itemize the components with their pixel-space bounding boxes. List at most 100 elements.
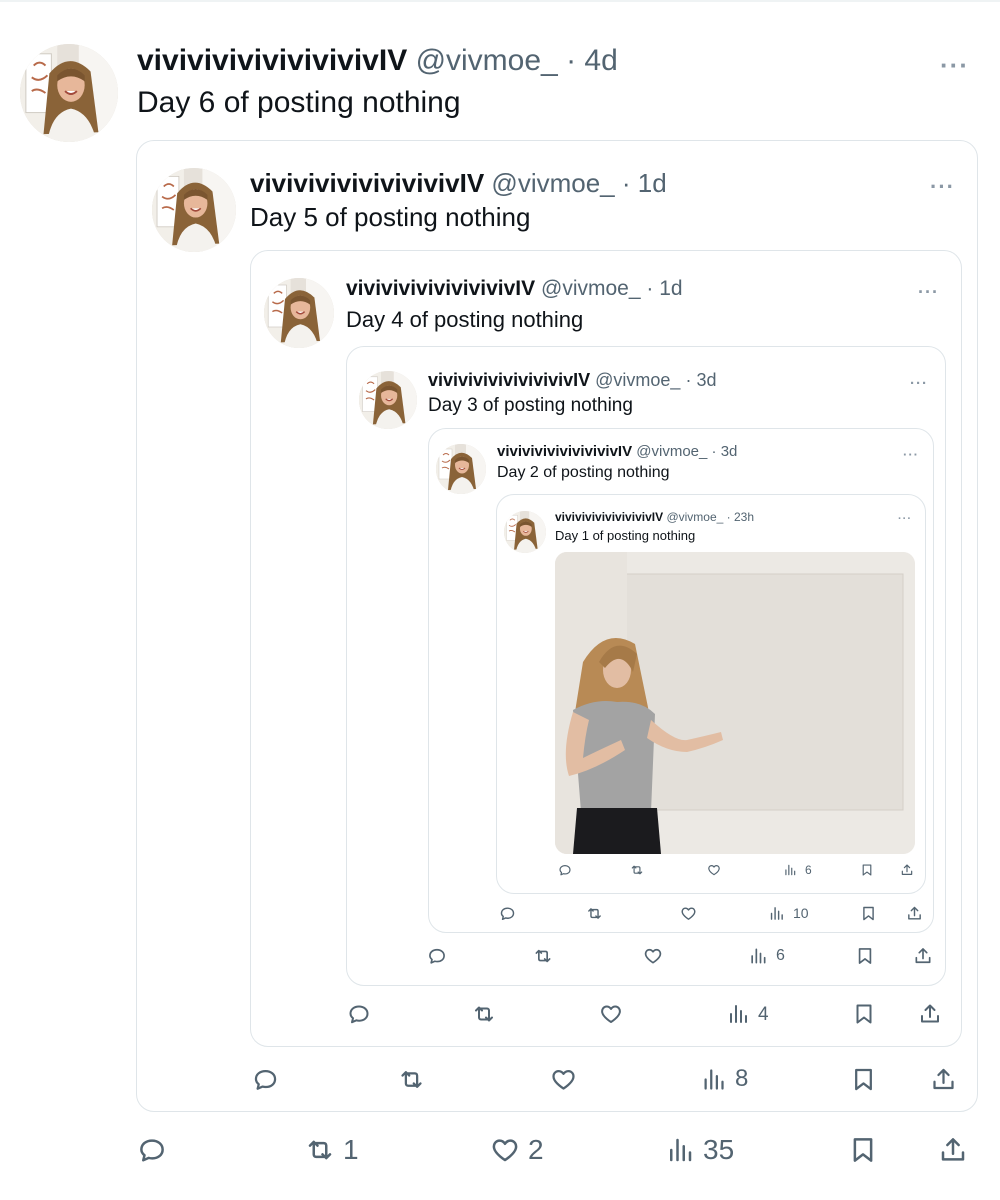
- share-button[interactable]: [918, 1002, 942, 1026]
- views-icon: [770, 906, 783, 920]
- like-button[interactable]: [599, 1002, 631, 1026]
- tweet-text: Day 2 of posting nothing: [497, 464, 670, 481]
- views-icon: [670, 1138, 692, 1162]
- user-handle[interactable]: @vivmoe_: [595, 370, 680, 390]
- display-name[interactable]: vivivivivivivivivivIV: [555, 510, 663, 524]
- separator-dot: ·: [726, 510, 731, 524]
- bookmark-icon: [862, 864, 872, 876]
- retweet-button[interactable]: [398, 1066, 433, 1093]
- tweet-header: vivivivivivivivivivIV @vivmoe_ · 3d: [497, 444, 737, 459]
- display-name[interactable]: vivivivivivivivivivIV: [428, 370, 590, 390]
- heart-icon: [681, 906, 696, 920]
- tweet-header: vivivivivivivivivivIV @vivmoe_ · 4d: [137, 46, 618, 76]
- user-handle[interactable]: @vivmoe_: [416, 44, 558, 77]
- reply-icon: [254, 1069, 277, 1090]
- like-button[interactable]: [680, 905, 705, 922]
- views-count: 4: [758, 1003, 769, 1025]
- views-icon: [751, 948, 766, 964]
- heart-icon: [708, 865, 720, 876]
- share-button[interactable]: [938, 1135, 968, 1165]
- views-count: 35: [703, 1134, 735, 1165]
- views-button[interactable]: 8: [700, 1066, 748, 1093]
- like-button[interactable]: 2: [490, 1135, 544, 1165]
- tweet-text: Day 3 of posting nothing: [428, 395, 633, 416]
- more-icon[interactable]: ···: [903, 448, 919, 461]
- like-count: 2: [528, 1134, 544, 1165]
- retweet-icon: [308, 1140, 332, 1160]
- views-button[interactable]: 6: [783, 863, 812, 877]
- retweet-button[interactable]: [630, 863, 652, 877]
- views-button[interactable]: 6: [748, 946, 785, 966]
- display-name[interactable]: vivivivivivivivivivIV: [137, 44, 407, 77]
- reply-button[interactable]: [427, 946, 455, 966]
- retweet-button[interactable]: 1: [305, 1135, 359, 1165]
- more-icon[interactable]: ···: [940, 52, 969, 78]
- display-name[interactable]: vivivivivivivivivivIV: [250, 168, 484, 198]
- user-handle[interactable]: @vivmoe_: [666, 510, 723, 524]
- heart-icon: [601, 1005, 621, 1023]
- timestamp[interactable]: 3d: [721, 443, 738, 460]
- more-icon[interactable]: ···: [910, 376, 928, 391]
- reply-button[interactable]: [558, 863, 580, 877]
- avatar[interactable]: [264, 278, 334, 348]
- share-icon: [933, 1068, 954, 1089]
- like-button[interactable]: [707, 863, 729, 877]
- avatar[interactable]: [504, 511, 546, 553]
- avatar[interactable]: [20, 44, 118, 142]
- display-name[interactable]: vivivivivivivivivivIV: [346, 277, 535, 300]
- views-count: 6: [805, 863, 812, 877]
- retweet-icon: [401, 1070, 422, 1088]
- share-button[interactable]: [913, 946, 933, 966]
- bookmark-button[interactable]: [860, 863, 874, 877]
- bookmark-button[interactable]: [855, 946, 875, 966]
- tweet-header: vivivivivivivivivivIV @vivmoe_ · 1d: [250, 170, 667, 196]
- bookmark-icon: [855, 1068, 872, 1090]
- views-button[interactable]: 35: [665, 1135, 734, 1165]
- retweet-button[interactable]: [586, 905, 611, 922]
- retweet-button[interactable]: [472, 1002, 504, 1026]
- views-button[interactable]: 4: [726, 1002, 769, 1026]
- share-icon: [921, 1004, 939, 1023]
- user-handle[interactable]: @vivmoe_: [636, 443, 707, 460]
- reply-icon: [500, 906, 515, 920]
- timestamp[interactable]: 1d: [659, 277, 682, 300]
- timestamp[interactable]: 23h: [734, 510, 754, 524]
- avatar[interactable]: [152, 168, 236, 252]
- reply-icon: [429, 948, 445, 964]
- bookmark-button[interactable]: [850, 1066, 877, 1093]
- reply-button[interactable]: [137, 1135, 175, 1165]
- timestamp[interactable]: 3d: [696, 370, 716, 390]
- user-handle[interactable]: @vivmoe_: [491, 168, 614, 198]
- bookmark-button[interactable]: [860, 905, 877, 922]
- heart-icon: [492, 1139, 518, 1162]
- avatar[interactable]: [359, 371, 417, 429]
- avatar[interactable]: [436, 444, 486, 494]
- bookmark-button[interactable]: [852, 1002, 876, 1026]
- more-icon[interactable]: ···: [918, 283, 939, 301]
- tweet-header: vivivivivivivivivivIV @vivmoe_ · 1d: [346, 278, 683, 299]
- reply-button[interactable]: [499, 905, 524, 922]
- reply-button[interactable]: [252, 1066, 287, 1093]
- timestamp[interactable]: 1d: [638, 168, 667, 198]
- share-button[interactable]: [906, 905, 923, 922]
- like-button[interactable]: [643, 946, 671, 966]
- reply-button[interactable]: [347, 1002, 379, 1026]
- tweet-photo[interactable]: [555, 552, 915, 854]
- share-button[interactable]: [900, 863, 914, 877]
- views-icon: [704, 1068, 724, 1090]
- user-handle[interactable]: @vivmoe_: [541, 277, 641, 300]
- bookmark-button[interactable]: [848, 1135, 878, 1165]
- more-icon[interactable]: ···: [930, 176, 955, 198]
- timestamp[interactable]: 4d: [584, 44, 617, 77]
- views-icon: [730, 1005, 747, 1023]
- share-icon: [941, 1138, 965, 1161]
- share-button[interactable]: [930, 1066, 957, 1093]
- retweet-button[interactable]: [533, 946, 561, 966]
- views-count: 6: [776, 947, 785, 964]
- share-icon: [915, 948, 931, 964]
- display-name[interactable]: vivivivivivivivivivIV: [497, 443, 632, 460]
- views-button[interactable]: 10: [768, 905, 809, 922]
- like-button[interactable]: [550, 1066, 585, 1093]
- reply-icon: [140, 1139, 164, 1162]
- more-icon[interactable]: ···: [898, 514, 912, 525]
